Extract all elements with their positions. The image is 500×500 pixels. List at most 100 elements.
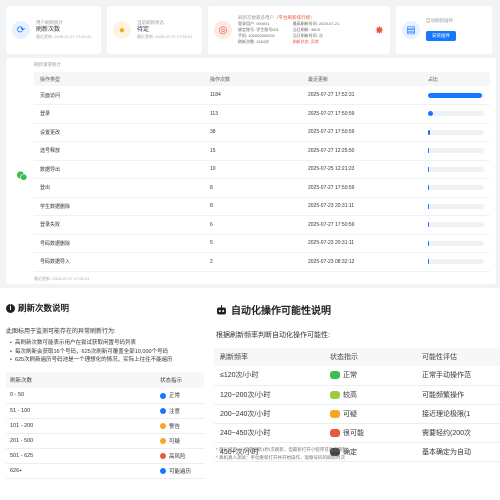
stats-panel: 刷新请求统计 操作类型 操作次数 最近更新 占比 页面访问 1184 2025-07… [6, 58, 496, 284]
column-header[interactable]: 操作类型 [34, 72, 204, 86]
cell-share [422, 86, 490, 105]
share-bar-fill [428, 111, 434, 117]
cell-status: 警告 [156, 418, 204, 434]
cell-count: 113 [204, 104, 302, 124]
table-row[interactable]: 登录失败 6 2025-07-27 17:50:59 [34, 215, 490, 235]
column-header: 刷新频率 [214, 348, 324, 366]
cell-frequency: 240~450次/小时 [214, 423, 324, 443]
cell-type: 数据导出 [34, 160, 204, 179]
cell-evaluation: 正常手动操作范 [416, 366, 500, 386]
status-label: 注意 [169, 408, 181, 415]
share-bar-fill [428, 129, 430, 135]
cell-count: 8 [204, 178, 302, 198]
cell-status: 可能遍历 [156, 463, 204, 479]
status-label: 高风险 [169, 453, 186, 460]
panel-title: 刷新请求统计 [34, 62, 61, 67]
table-row[interactable]: 数据导出 10 2025-07-25 12:21:23 [34, 160, 490, 179]
table-row: 501 - 625 高风险 [6, 448, 204, 464]
cell-type: 设置更改 [34, 123, 204, 142]
cell-share [422, 178, 490, 198]
card-title: 自动刷新插件 [426, 18, 453, 23]
column-header: 状态指示 [324, 348, 416, 366]
table-row[interactable]: 登出 8 2025-07-27 17:50:59 [34, 178, 490, 198]
frequency-table: 刷新频率 状态指示 可能性评估 ≤120次/小时 正常 正常手动操作范 120~200… [214, 348, 500, 462]
cell-share [422, 160, 490, 179]
cell-count: 38 [204, 123, 302, 142]
table-row[interactable]: 号码数据删除 5 2025-07-23 20:31:11 [34, 234, 490, 253]
notes: * 理论极限: 小程序刷新1秒/次刷新，但最新打开小程序可再次限制 * 真机真人… [216, 446, 347, 462]
status-label: 很可能 [343, 429, 364, 437]
cell-share [422, 234, 490, 253]
cell-type: 号码数据删除 [34, 234, 204, 253]
status-dot-icon [160, 438, 166, 445]
cell-share [422, 104, 490, 124]
summary-cards: ⟳ 用户刷新统计 刷新次数 最近更新: 2025-07-27 17:52:31 … [6, 6, 496, 54]
left-description: 此图标用于监测可能存在的异常刷新行为: [6, 329, 116, 335]
card-title-tag: （平台刷新排行榜） [274, 15, 315, 20]
card-title: 刷新次数最多用户 [238, 15, 274, 20]
document-icon: ▤ [402, 21, 420, 39]
cell-status: 注意 [156, 403, 204, 419]
share-bar [428, 185, 484, 191]
robot-status-icon [330, 371, 340, 380]
cell-time: 2025-07-27 17:52:31 [302, 86, 422, 105]
cell-range: 0 - 50 [6, 388, 156, 404]
table-row: 101 - 200 警告 [6, 418, 204, 434]
table-row[interactable]: 设置更改 38 2025-07-27 17:50:59 [34, 123, 490, 142]
cell-count: 10 [204, 160, 302, 179]
table-row[interactable]: 号码数据导入 2 2025-07-23 08:32:12 [34, 252, 490, 272]
share-bar-fill [428, 166, 430, 172]
install-plugin-button[interactable]: 安装插件 [426, 31, 456, 41]
cell-type: 选号释放 [34, 141, 204, 161]
info-icon: i [6, 303, 15, 313]
left-section-title: i 刷新次数说明 [6, 302, 69, 314]
cell-share [422, 123, 490, 142]
share-bar [428, 259, 484, 265]
cell-type: 登录失败 [34, 215, 204, 235]
cell-share [422, 141, 490, 161]
table-row[interactable]: 学生数据删除 8 2025-07-23 20:31:11 [34, 197, 490, 216]
cell-evaluation: 可能频繁操作 [416, 385, 500, 405]
cell-status: 较高 [324, 385, 416, 405]
cell-evaluation: 基本确定为自动 [416, 442, 500, 462]
panel-footer: 最近更新: 2025-07-27 17:52:31 [34, 276, 90, 281]
target-icon: ◎ [214, 21, 232, 39]
list-item: 每次刷新会获取16个号码，625次刷新可覆盖全部10,000个号码 [10, 348, 173, 357]
share-bar [428, 166, 484, 172]
status-label: 可能遍历 [169, 468, 192, 475]
note-line: * 理论极限: 小程序刷新1秒/次刷新，但最新打开小程序可再次限制 [216, 447, 347, 452]
top-user-details: 登录用户: 000001 最高刷新时间: 2025-07-21 绑定账号: 学生账… [238, 21, 339, 45]
cell-frequency: 120~200次/小时 [214, 385, 324, 405]
cell-frequency: 200~240次/小时 [214, 404, 324, 424]
cell-evaluation: 需要轻约(200次 [416, 423, 500, 443]
table-row: 240~450次/小时 很可能 需要轻约(200次 [214, 423, 500, 443]
share-bar [428, 129, 484, 135]
column-header[interactable]: 最近更新 [302, 72, 422, 86]
share-bar [428, 203, 484, 209]
cell-time: 2025-07-27 17:50:59 [302, 178, 422, 198]
table-row[interactable]: 登录 113 2025-07-27 17:50:59 [34, 104, 490, 124]
column-header[interactable]: 占比 [422, 72, 490, 86]
column-header[interactable]: 操作次数 [204, 72, 302, 86]
status-dot-icon [160, 423, 166, 430]
robot-status-icon [330, 409, 340, 418]
cell-status: 正常 [324, 366, 416, 386]
card-top-user[interactable]: ◎ 刷新次数最多用户（平台刷新排行榜） 登录用户: 000001 最高刷新时间: … [208, 6, 390, 54]
card-refresh-status[interactable]: ● 当前刷新状态 待定 最近更新: 2025-07-27 17:52:31 [107, 6, 202, 54]
cell-evaluation: 接近理论极限(1 [416, 404, 500, 424]
cell-time: 2025-07-23 20:31:11 [302, 197, 422, 216]
cell-status: 正常 [156, 388, 204, 404]
table-header-row: 操作类型 操作次数 最近更新 占比 [34, 72, 490, 86]
cell-count: 2 [204, 252, 302, 272]
table-row[interactable]: 页面访问 1184 2025-07-27 17:52:31 [34, 86, 490, 105]
left-title-text: 刷新次数说明 [18, 303, 70, 313]
status-label: 正常 [343, 372, 357, 380]
table-row[interactable]: 选号释放 15 2025-07-27 12:25:50 [34, 141, 490, 161]
column-header: 刷新次数 [6, 372, 156, 388]
card-value: 待定 [137, 27, 150, 33]
cell-count: 5 [204, 234, 302, 253]
share-bar-fill [428, 92, 482, 98]
table-row: 51 - 100 注意 [6, 403, 204, 419]
detail-item: 刷新次数: 1184次 [238, 39, 269, 44]
card-refresh-stats[interactable]: ⟳ 用户刷新统计 刷新次数 最近更新: 2025-07-27 17:52:31 [6, 6, 101, 54]
